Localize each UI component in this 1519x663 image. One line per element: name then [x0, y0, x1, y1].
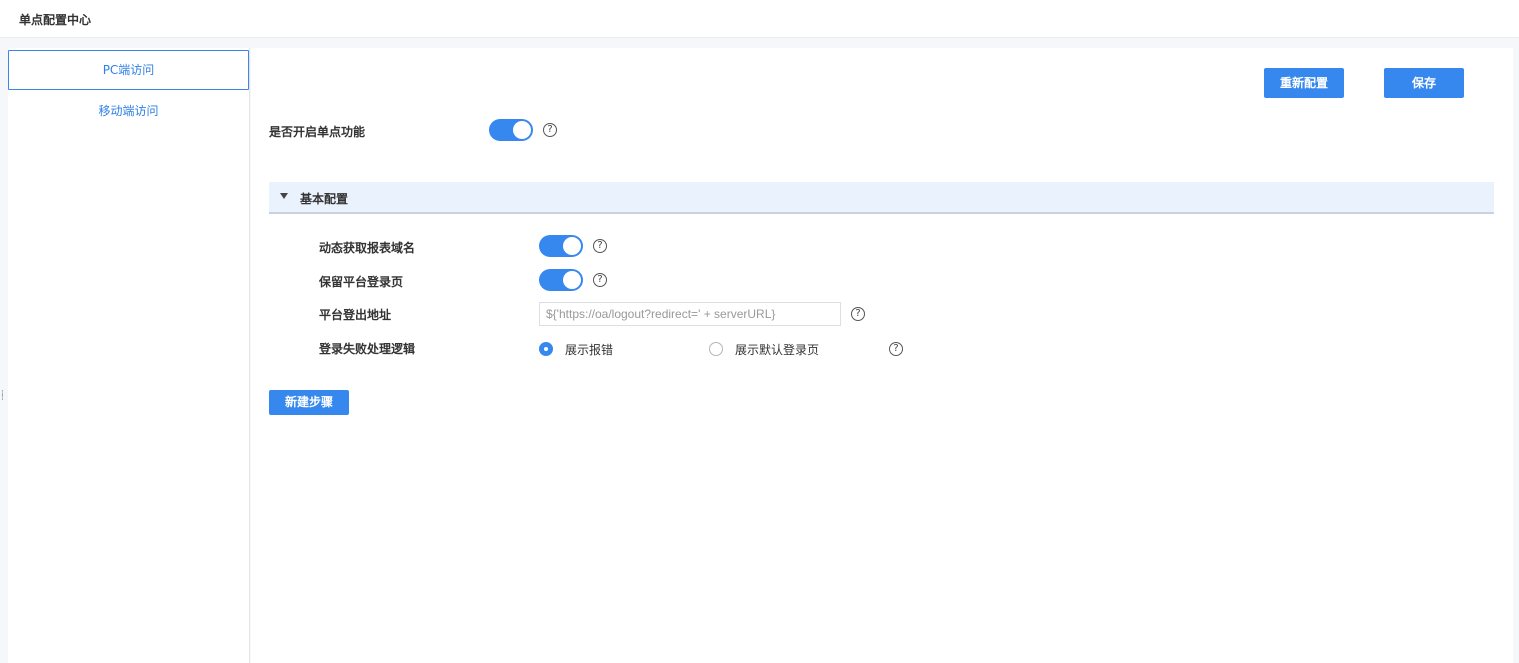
dynamic-domain-toggle[interactable]	[539, 235, 583, 257]
basic-config-section-header[interactable]: 基本配置	[269, 182, 1494, 214]
help-icon[interactable]: ?	[593, 239, 607, 253]
dynamic-domain-label: 动态获取报表域名	[319, 241, 416, 255]
logout-url-label: 平台登出地址	[319, 308, 392, 322]
help-icon[interactable]: ?	[593, 273, 607, 287]
sso-enable-label: 是否开启单点功能	[269, 125, 366, 139]
radio-show-error[interactable]	[539, 342, 553, 356]
help-icon[interactable]: ?	[889, 342, 903, 356]
new-step-button[interactable]: 新建步骤	[269, 390, 349, 415]
save-button[interactable]: 保存	[1384, 68, 1464, 98]
resize-handle[interactable]: ⁞ ⁞	[1, 390, 6, 406]
keep-login-page-label: 保留平台登录页	[319, 275, 404, 289]
help-icon[interactable]: ?	[851, 307, 865, 321]
radio-show-error-label: 展示报错	[565, 343, 614, 357]
triangle-down-icon	[280, 193, 288, 199]
page-title: 单点配置中心	[19, 13, 92, 27]
keep-login-page-toggle[interactable]	[539, 269, 583, 291]
radio-default-login-page[interactable]	[709, 342, 723, 356]
sidebar: PC端访问 移动端访问	[8, 48, 250, 663]
toggle-knob	[563, 271, 581, 289]
sidebar-item-mobile-access[interactable]: 移动端访问	[8, 91, 249, 131]
logout-url-input[interactable]: ${'https://oa/logout?redirect=' + server…	[539, 302, 841, 326]
sso-enable-toggle[interactable]	[489, 119, 533, 141]
radio-default-login-page-label: 展示默认登录页	[735, 343, 820, 357]
toggle-knob	[513, 121, 531, 139]
top-bar: 单点配置中心	[0, 0, 1519, 38]
login-fail-label: 登录失败处理逻辑	[319, 342, 416, 356]
toggle-knob	[563, 237, 581, 255]
reconfigure-button[interactable]: 重新配置	[1264, 68, 1344, 98]
sidebar-item-pc-access[interactable]: PC端访问	[8, 50, 249, 90]
main-panel: 重新配置 保存 是否开启单点功能 ? 基本配置 动态获取报表域名 ? 保留平台登…	[251, 48, 1513, 663]
help-icon[interactable]: ?	[543, 123, 557, 137]
section-title: 基本配置	[300, 192, 349, 206]
